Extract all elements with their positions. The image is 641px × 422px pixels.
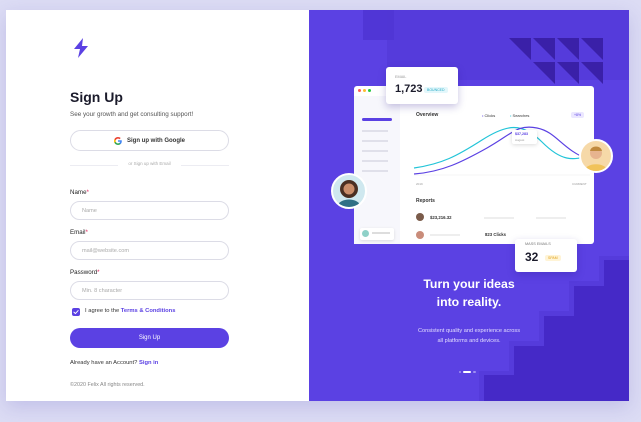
signup-panel: Sign Up See your growth and get consulti… [6, 10, 309, 401]
pager-dot-3[interactable] [473, 370, 476, 373]
name-placeholder: Name [82, 207, 97, 214]
bounced-badge: BOUNCED [424, 87, 448, 93]
name-label: Name* [70, 189, 89, 196]
carousel-pager[interactable] [459, 363, 478, 381]
promo-panel: Overview • Clicks • Searches +8% $37,283… [309, 10, 629, 401]
email-stat-value: 1,723 [395, 83, 423, 95]
email-placeholder: mail@website.com [82, 247, 130, 254]
dashboard-mockup: Overview • Clicks • Searches +8% $37,283… [354, 86, 594, 244]
google-icon [114, 136, 122, 145]
terms-link[interactable]: Terms & Conditions [121, 308, 176, 314]
promo-subtext: Consistent quality and experience across… [418, 328, 520, 344]
password-placeholder: Min. 8 character [82, 287, 123, 294]
check-icon [73, 310, 79, 315]
axis-start: 2019 [416, 182, 423, 186]
percent-badge: +8% [571, 112, 585, 118]
copyright: ©2020 Felix All rights reserved. [70, 382, 145, 388]
terms-checkbox[interactable] [72, 308, 80, 316]
or-divider: or Sign up with Email [70, 160, 229, 170]
google-signup-label: Sign up with Google [127, 137, 185, 144]
page-title: Sign Up [70, 89, 123, 105]
axis-end: CURRENT [572, 182, 587, 186]
bolt-icon [74, 38, 88, 58]
chart-title: Overview [416, 112, 439, 118]
signin-prompt: Already have an Account? Sign in [70, 360, 159, 366]
signup-button[interactable]: Sign Up [70, 328, 229, 348]
report-amount: $23,216.32 [430, 215, 452, 220]
avatar-man [579, 139, 613, 173]
mass-emails-label: MASS EMAILS [525, 242, 551, 246]
mass-emails-card: MASS EMAILS 32 SPAM [515, 239, 577, 272]
email-stat-label: EMAIL [395, 75, 407, 79]
pager-dot-2[interactable] [463, 370, 472, 373]
spam-badge: SPAM [545, 255, 561, 261]
terms-text: I agree to the Terms & Conditions [85, 308, 176, 314]
email-stat-card: EMAIL 1,723 BOUNCED [386, 67, 458, 104]
pager-dot-1[interactable] [459, 370, 462, 373]
reports-title: Reports [416, 198, 435, 204]
report-clicks: 823 Clicks [485, 232, 507, 237]
signin-link[interactable]: Sign in [139, 360, 158, 366]
mass-emails-value: 32 [525, 250, 539, 264]
report-avatar-1 [416, 213, 424, 221]
legend-searches: • Searches [510, 113, 530, 118]
promo-headline: Turn your ideas into reality. [423, 277, 515, 309]
avatar-woman [331, 173, 367, 209]
signup-page: Sign Up See your growth and get consulti… [6, 10, 629, 401]
google-signup-button[interactable]: Sign up with Google [70, 130, 229, 151]
password-input[interactable]: Min. 8 character [70, 281, 229, 300]
line-chart [413, 126, 591, 176]
email-label: Email* [70, 229, 88, 236]
page-subtitle: See your growth and get consulting suppo… [70, 111, 194, 118]
email-input[interactable]: mail@website.com [70, 241, 229, 260]
divider-text: or Sign up with Email [128, 161, 171, 166]
dashboard-sidebar [354, 96, 400, 244]
report-avatar-2 [416, 231, 424, 239]
name-input[interactable]: Name [70, 201, 229, 220]
chart-tooltip: $37,283 August [512, 130, 537, 144]
legend-clicks: • Clicks [482, 113, 496, 118]
password-label: Password* [70, 269, 100, 276]
